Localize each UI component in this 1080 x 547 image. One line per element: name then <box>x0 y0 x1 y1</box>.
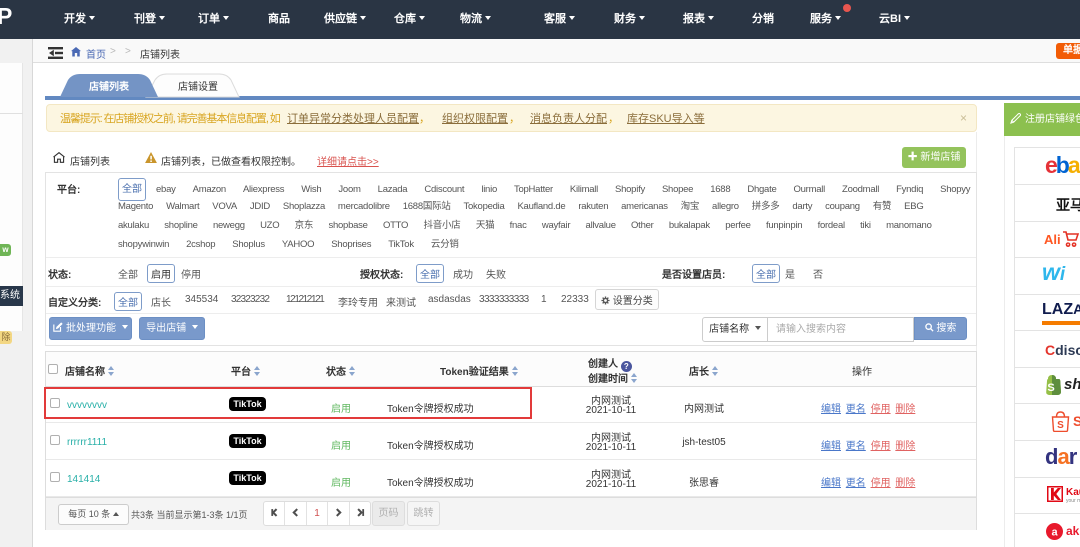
svg-text:店铺列表: 店铺列表 <box>89 80 130 93</box>
svg-text:S: S <box>1057 420 1064 431</box>
svg-text:a: a <box>1051 527 1058 539</box>
svg-text:S: S <box>1047 382 1054 394</box>
svg-text:店铺设置: 店铺设置 <box>178 80 218 93</box>
